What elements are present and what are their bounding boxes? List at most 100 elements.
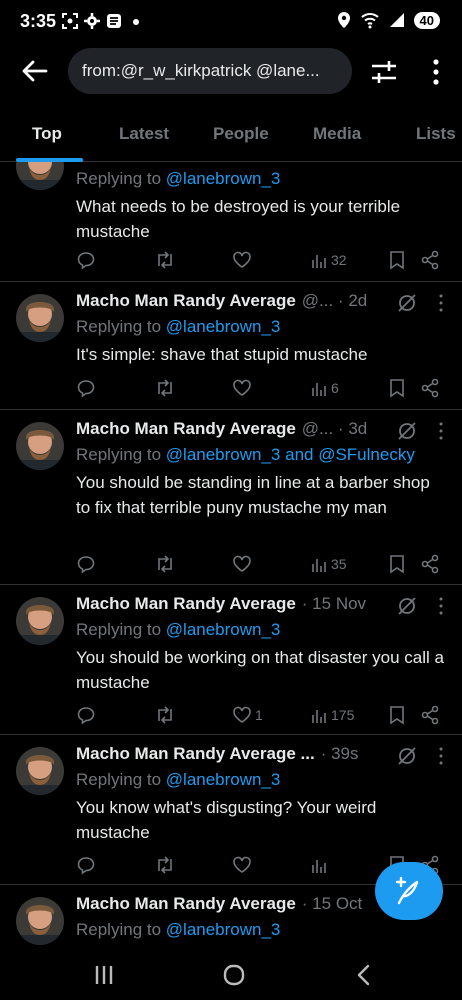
mention-link[interactable]: @lanebrown_3: [166, 620, 281, 639]
share-button[interactable]: [420, 552, 440, 576]
search-input[interactable]: from:@r_w_kirkpatrick @lane...: [68, 48, 352, 94]
repost-button[interactable]: [154, 552, 176, 576]
author-meta: · 15 Nov: [301, 594, 367, 613]
bookmark-icon: [390, 379, 404, 398]
mention-link[interactable]: @lanebrown_3: [166, 169, 281, 188]
author-name[interactable]: Macho Man Randy Average: [76, 291, 296, 311]
tweet[interactable]: Macho Man Randy Average @... · 2d Replyi…: [0, 282, 462, 410]
home-icon[interactable]: [219, 962, 249, 988]
reply-button[interactable]: [76, 376, 96, 400]
dot-icon: [133, 19, 139, 25]
bookmark-button[interactable]: [388, 376, 406, 400]
reply-button[interactable]: [76, 703, 96, 727]
replying-to-line: Replying to @lanebrown_3: [76, 169, 281, 188]
mention-link[interactable]: @lanebrown_3: [166, 770, 281, 789]
repost-button[interactable]: [154, 853, 176, 877]
heart-icon: [233, 379, 251, 396]
tweet[interactable]: Macho Man Randy Average · 15 Nov Replyin…: [0, 585, 462, 735]
tweet-content: Macho Man Randy Average @... · 2d Replyi…: [76, 288, 446, 367]
tab-media[interactable]: Media: [313, 124, 361, 144]
heart-icon: [233, 555, 251, 572]
tab-top[interactable]: Top: [32, 124, 62, 144]
tweet-actions: 1 175: [76, 703, 446, 727]
status-bar: 3:35 40: [0, 0, 462, 44]
share-button[interactable]: [420, 703, 440, 727]
tweet-actions: 32: [76, 248, 446, 272]
grok-icon[interactable]: [396, 292, 418, 314]
repost-button[interactable]: [154, 703, 176, 727]
recent-apps-icon[interactable]: [89, 962, 119, 988]
bookmark-button[interactable]: [388, 552, 406, 576]
compose-button[interactable]: [375, 862, 443, 920]
reply-icon: [77, 556, 95, 574]
mention-link[interactable]: @lanebrown_3 and @SFulnecky: [166, 445, 415, 464]
share-icon: [421, 554, 439, 574]
author-meta: @... · 2d: [301, 291, 368, 310]
tweet-text: You should be working on that disaster y…: [76, 648, 444, 692]
avatar[interactable]: [16, 597, 64, 645]
avatar[interactable]: [16, 897, 64, 945]
reply-button[interactable]: [76, 248, 96, 272]
repost-button[interactable]: [154, 376, 176, 400]
search-header: from:@r_w_kirkpatrick @lane...: [0, 44, 462, 100]
filter-settings-icon[interactable]: [370, 58, 398, 86]
tweet[interactable]: Macho Man Randy Average ... · 39s Replyi…: [0, 735, 462, 885]
views-button[interactable]: 35: [310, 552, 347, 576]
views-button[interactable]: 6: [310, 376, 339, 400]
battery-indicator: 40: [413, 11, 440, 29]
tweet-more-icon[interactable]: [438, 422, 444, 440]
views-icon: [312, 860, 326, 873]
reply-button[interactable]: [76, 853, 96, 877]
repost-button[interactable]: [154, 248, 176, 272]
author-name[interactable]: Macho Man Randy Average: [76, 894, 296, 914]
bookmark-button[interactable]: [388, 248, 406, 272]
status-notification-icons: [62, 13, 144, 29]
author-name[interactable]: Macho Man Randy Average ...: [76, 744, 315, 764]
views-button[interactable]: 175: [310, 703, 354, 727]
tweet[interactable]: Replying to @lanebrown_3 What needs to b…: [0, 162, 462, 282]
reply-button[interactable]: [76, 552, 96, 576]
screenshot-icon: [62, 13, 78, 29]
search-results-feed: Replying to @lanebrown_3 What needs to b…: [0, 162, 462, 952]
tab-latest[interactable]: Latest: [119, 124, 169, 144]
mention-link[interactable]: @lanebrown_3: [166, 317, 281, 336]
repost-icon: [158, 856, 172, 874]
avatar-image: [16, 597, 64, 645]
like-button[interactable]: 1: [232, 703, 263, 727]
tab-lists[interactable]: Lists: [416, 124, 456, 144]
tweet-more-icon[interactable]: [438, 597, 444, 615]
views-button[interactable]: [310, 853, 331, 877]
tweet-content: Macho Man Randy Average ... · 39s Replyi…: [76, 741, 446, 845]
tweet[interactable]: Macho Man Randy Average @... · 3d Replyi…: [0, 410, 462, 585]
tab-people[interactable]: People: [213, 124, 269, 144]
grok-icon[interactable]: [396, 595, 418, 617]
avatar[interactable]: [16, 294, 64, 342]
heart-icon: [233, 856, 251, 873]
like-button[interactable]: [232, 376, 255, 400]
tweet-more-icon[interactable]: [438, 747, 444, 765]
more-options-icon[interactable]: [428, 58, 444, 86]
tweet-more-icon[interactable]: [438, 294, 444, 312]
repost-icon: [158, 706, 172, 724]
bookmark-button[interactable]: [388, 703, 406, 727]
like-button[interactable]: [232, 552, 255, 576]
tweet-content: Replying to @lanebrown_3 What needs to b…: [76, 166, 446, 244]
like-button[interactable]: [232, 248, 255, 272]
views-button[interactable]: 32: [310, 248, 347, 272]
share-button[interactable]: [420, 248, 440, 272]
avatar[interactable]: [16, 747, 64, 795]
grok-icon[interactable]: [396, 420, 418, 442]
author-name[interactable]: Macho Man Randy Average: [76, 419, 296, 439]
tweet-text: You know what's disgusting? Your weird m…: [76, 798, 377, 842]
avatar[interactable]: [16, 422, 64, 470]
share-button[interactable]: [420, 376, 440, 400]
mention-link[interactable]: @lanebrown_3: [166, 920, 281, 939]
back-arrow-icon[interactable]: [20, 56, 50, 86]
back-icon[interactable]: [348, 962, 378, 988]
like-button[interactable]: [232, 853, 255, 877]
view-count: 175: [331, 707, 355, 723]
author-name[interactable]: Macho Man Randy Average: [76, 594, 296, 614]
repost-icon: [158, 555, 172, 573]
grok-icon[interactable]: [396, 745, 418, 767]
avatar[interactable]: [16, 162, 64, 190]
